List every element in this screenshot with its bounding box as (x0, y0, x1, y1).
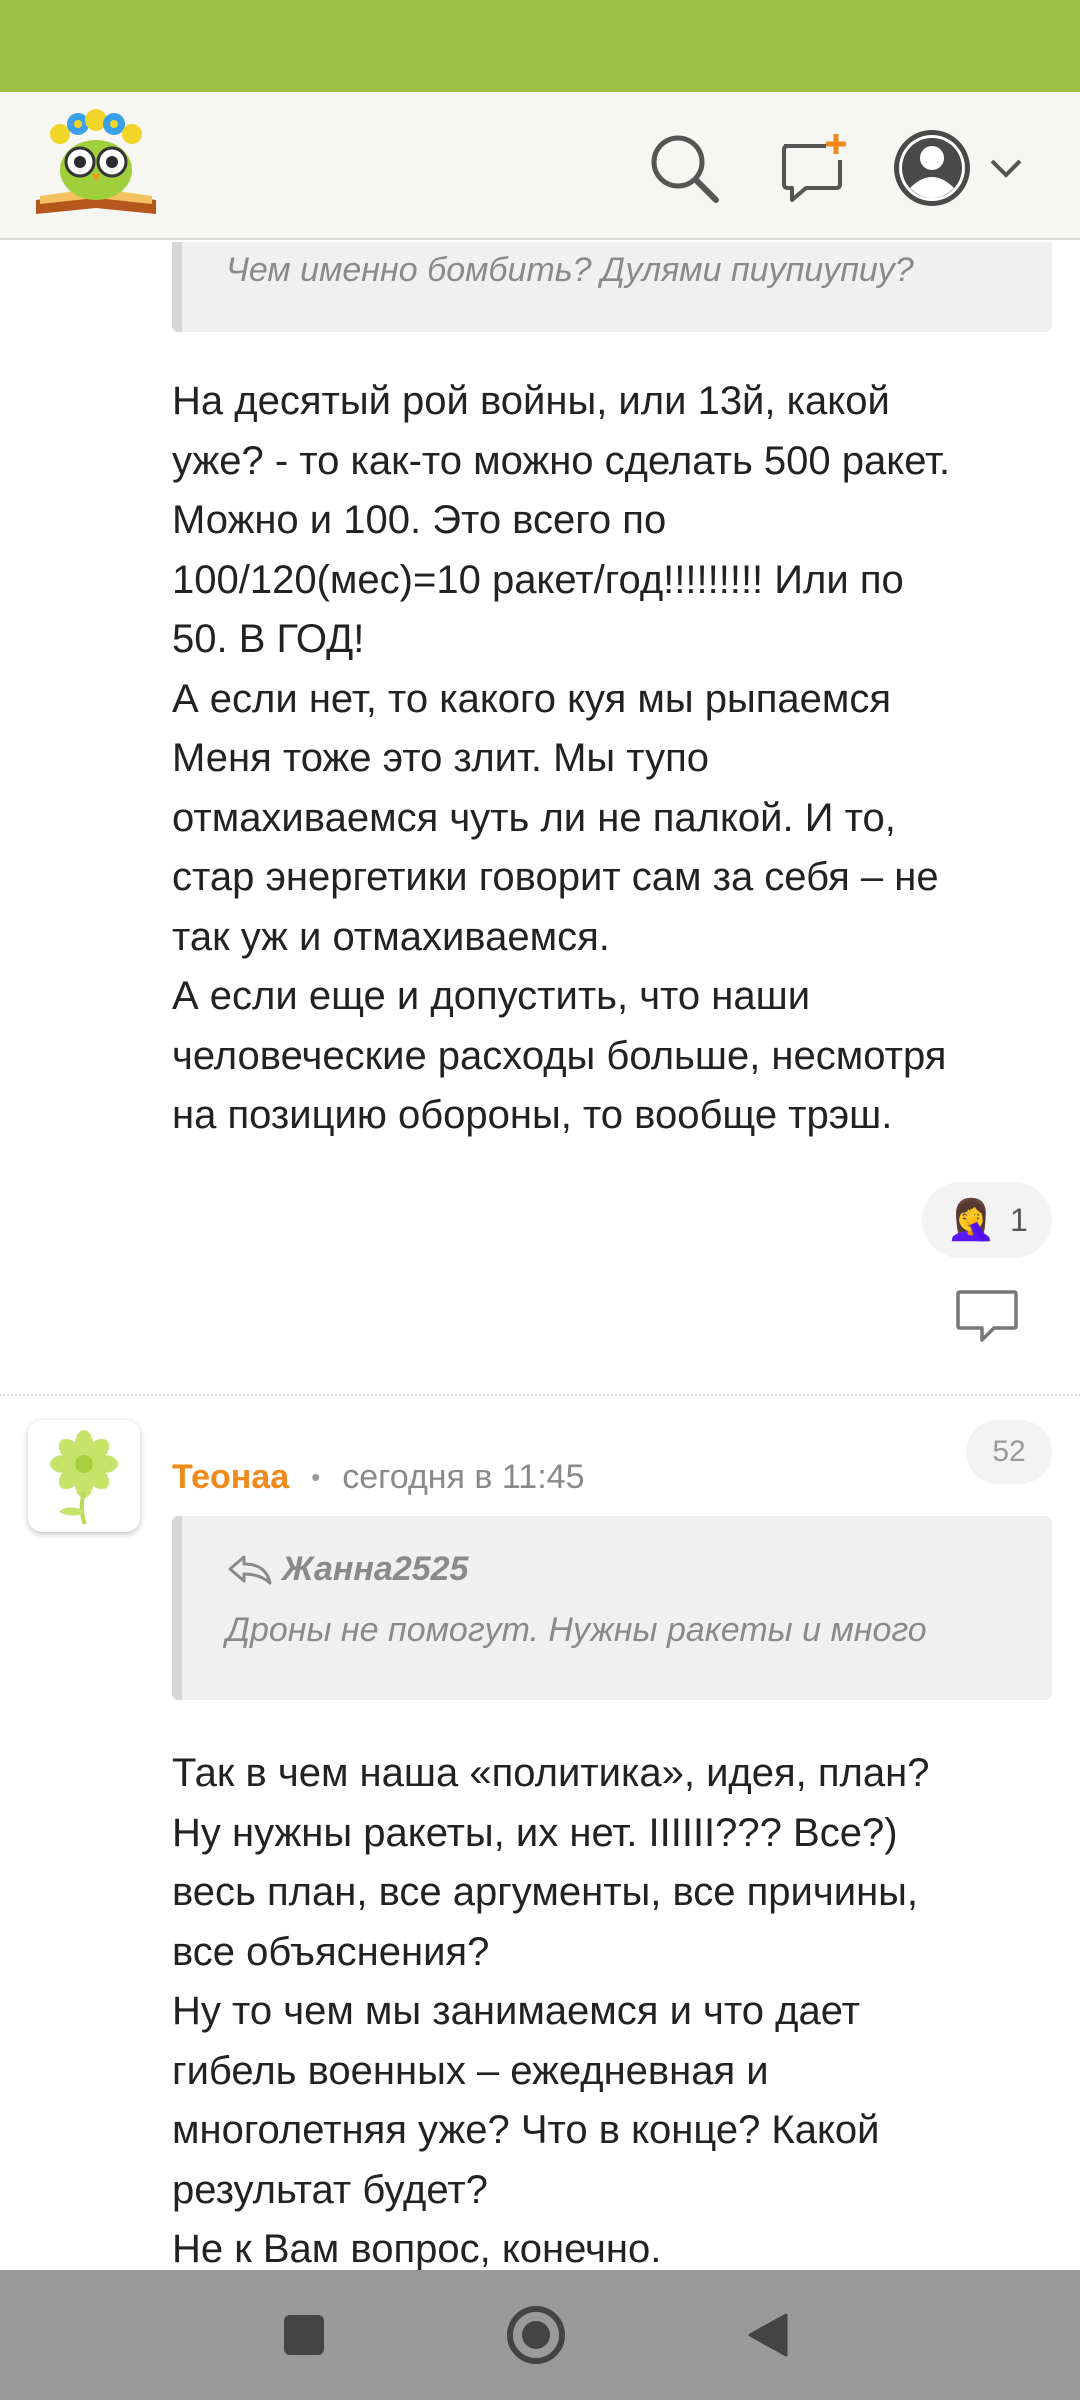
chevron-down-icon (990, 159, 1022, 178)
comment-divider (0, 1394, 1080, 1396)
comment-body: На десятый рой войны, или 13й, какой уже… (172, 379, 951, 1137)
search-button[interactable] (636, 120, 732, 216)
home-button[interactable] (496, 2295, 576, 2375)
square-icon (284, 2315, 324, 2355)
meta-separator: • (311, 1461, 321, 1492)
new-post-icon (782, 134, 846, 202)
facepalm-emoji-icon: 🤦‍♀️ (946, 1198, 996, 1242)
new-post-button[interactable] (766, 120, 862, 216)
comment-body: Так в чем наша «политика», идея, план? Н… (172, 1751, 930, 2271)
comment-meta: Теонаа • сегодня в 11:45 (172, 1452, 585, 1502)
app-header (0, 92, 1080, 240)
username-link[interactable]: Теонаа (172, 1458, 289, 1497)
site-logo[interactable] (32, 104, 160, 224)
flower-icon (50, 1430, 118, 1525)
avatar[interactable] (28, 1420, 140, 1532)
search-icon (651, 135, 719, 203)
circle-icon (507, 2306, 565, 2364)
quote-author: Жанна2525 (282, 1550, 469, 1588)
back-button[interactable] (728, 2295, 808, 2375)
quote-text: Дроны не помогут. Нужны ракеты и много (226, 1611, 927, 1649)
quote-author-row: Жанна2525 (226, 1550, 468, 1589)
quoted-text-block: Чем именно бомбить? Дулями пиупиупиу? (172, 242, 1052, 332)
reaction-badge[interactable]: 🤦‍♀️ 1 (922, 1182, 1052, 1258)
quoted-reply-block: Жанна2525 Дроны не помогут. Нужны ракеты… (172, 1516, 1052, 1700)
recents-button[interactable] (264, 2295, 344, 2375)
reply-arrow-icon (228, 1555, 272, 1584)
comment-icon (956, 1290, 1018, 1342)
triangle-back-icon (748, 2313, 788, 2357)
status-bar (0, 0, 1080, 92)
quote-text: Чем именно бомбить? Дулями пиупиупиу? (226, 251, 914, 289)
reply-button[interactable] (952, 1282, 1022, 1352)
user-avatar-icon (894, 130, 970, 206)
profile-menu-button[interactable] (892, 120, 1042, 216)
android-nav-bar (0, 2270, 1080, 2400)
owl-reading-book-logo (36, 109, 156, 214)
comment-timestamp: сегодня в 11:45 (342, 1457, 585, 1496)
reaction-count: 1 (1010, 1201, 1028, 1238)
comment-count-badge[interactable]: 52 (966, 1420, 1052, 1484)
